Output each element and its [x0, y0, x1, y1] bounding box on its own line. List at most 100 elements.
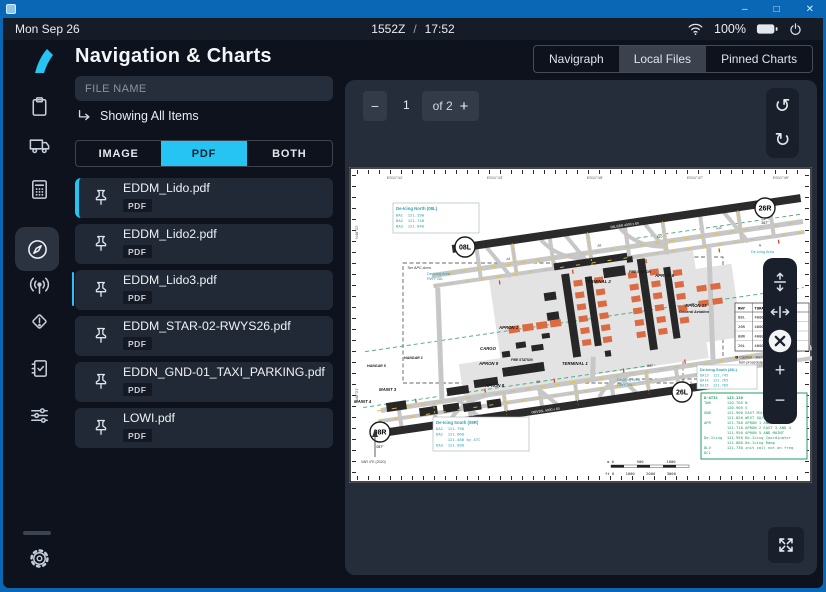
svg-text:ft 0 1000 2000 300: ft 0 1000 2000 3000	[605, 471, 677, 476]
pin-icon[interactable]	[91, 418, 111, 438]
file-name: EDDM_Lido3.pdf	[123, 274, 217, 288]
svg-text:08L: 08L	[459, 245, 472, 252]
deicing-26l-box: De-Icing South (26L) DA13 121.745 DA14 1…	[697, 365, 757, 389]
svg-text:FIRE STATION: FIRE STATION	[629, 270, 651, 274]
fit-width-icon	[768, 299, 792, 325]
file-list-item[interactable]: EDDN_GND-01_TAXI_PARKING.pdf PDF	[75, 362, 333, 402]
app-window: – □ ✕ Mon Sep 26 1552Z / 17:52 100%	[0, 0, 826, 592]
sidebar-item-calculator[interactable]	[25, 175, 53, 203]
svg-text:N48°22': N48°22'	[354, 225, 359, 239]
filter-status-row: Showing All Items	[76, 108, 199, 124]
file-name-search-input[interactable]	[75, 76, 333, 101]
svg-text:General Aviation: General Aviation	[679, 310, 710, 314]
file-list-item[interactable]: EDDM_STAR-02-RWYS26.pdf PDF	[75, 316, 333, 356]
svg-text:E011°41': E011°41'	[387, 175, 403, 180]
svg-text:26R: 26R	[759, 206, 772, 213]
window-close-button[interactable]: ✕	[806, 4, 814, 15]
file-name: EDDN_GND-01_TAXI_PARKING.pdf	[123, 366, 325, 380]
svg-text:APRON 5: APRON 5	[654, 273, 675, 278]
pin-icon[interactable]	[91, 372, 111, 392]
pin-icon[interactable]	[91, 280, 111, 300]
sidebar-item-radio[interactable]	[25, 271, 53, 299]
close-overlay-button[interactable]	[765, 327, 795, 355]
svg-text:RWY 08L: RWY 08L	[427, 277, 443, 281]
zoom-out-button[interactable]: −	[765, 386, 795, 414]
file-type-badge: PDF	[123, 199, 152, 212]
close-circle-icon	[765, 326, 795, 356]
warning-diamond-icon	[28, 310, 51, 333]
svg-text:De-Icing North (08L): De-Icing North (08L)	[396, 206, 438, 211]
svg-text:De-Icing South (08R): De-Icing South (08R)	[436, 420, 479, 425]
zoom-in-button[interactable]: +	[765, 357, 795, 385]
svg-text:APRON 8: APRON 8	[484, 383, 505, 388]
svg-text:VAR 4°E (2020): VAR 4°E (2020)	[361, 460, 386, 464]
file-type-badge: PDF	[123, 291, 152, 304]
rotate-cw-button[interactable]: ↻	[768, 124, 798, 156]
pin-icon[interactable]	[91, 188, 111, 208]
file-type-badge: PDF	[123, 245, 152, 258]
sidebar-item-settings-sliders[interactable]	[25, 401, 53, 429]
file-name: EDDM_Lido2.pdf	[123, 228, 217, 242]
status-clock: 1552Z / 17:52	[371, 22, 454, 36]
svg-text:A12: A12	[716, 226, 722, 231]
sidebar-item-warnings[interactable]	[25, 307, 53, 335]
status-bar: Mon Sep 26 1552Z / 17:52 100%	[3, 18, 823, 40]
chart-page[interactable]: E011°41' E011°43' E011°45' E011°47' E011…	[349, 167, 812, 483]
rail-divider	[23, 531, 51, 535]
file-list-item[interactable]: EDDM_Lido2.pdf PDF	[75, 224, 333, 264]
svg-text:De-Icing South (26L): De-Icing South (26L)	[700, 368, 738, 372]
svg-text:DA3 121.890: DA3 121.890	[436, 443, 465, 448]
svg-text:TERMINAL 1: TERMINAL 1	[562, 361, 588, 366]
page-decrement-button[interactable]: −	[363, 91, 387, 121]
svg-text:B12: B12	[647, 363, 653, 368]
sidebar-item-fuel-truck[interactable]	[25, 130, 53, 158]
svg-text:A10: A10	[656, 234, 662, 239]
calculator-icon	[28, 178, 51, 201]
chart-zoom-toolbar: + −	[763, 258, 797, 424]
svg-text:DA15 121.785: DA15 121.785	[700, 384, 728, 388]
source-tabs: Navigraph Local Files Pinned Charts	[533, 45, 813, 73]
svg-text:De-Icing Area: De-Icing Area	[427, 272, 451, 276]
tab-navigraph[interactable]: Navigraph	[534, 46, 619, 72]
file-type-filter: IMAGE PDF BOTH	[75, 140, 333, 167]
rotate-ccw-icon: ↺	[775, 95, 791, 117]
file-list-item[interactable]: EDDM_Lido3.pdf PDF	[75, 270, 333, 310]
power-button[interactable]	[788, 22, 803, 37]
window-app-icon	[6, 4, 16, 14]
filter-image-button[interactable]: IMAGE	[76, 141, 161, 166]
file-list-item[interactable]: EDDM_Lido.pdf PDF	[75, 178, 333, 218]
pin-icon[interactable]	[91, 234, 111, 254]
deicing-south-box: De-Icing South (08R) DA1 121.790 DA2 121…	[433, 417, 529, 451]
window-maximize-button[interactable]: □	[774, 4, 780, 15]
fit-height-button[interactable]	[765, 268, 795, 296]
sidebar-item-clipboard[interactable]	[25, 92, 53, 120]
sidebar-item-navigation-charts[interactable]	[15, 227, 59, 271]
filter-pdf-button[interactable]: PDF	[161, 141, 246, 166]
rotate-controls: ↺ ↻	[766, 88, 799, 158]
svg-text:APRON 9: APRON 9	[478, 361, 499, 366]
page-increment-button[interactable]: +	[460, 98, 469, 115]
svg-text:DA1 121.790: DA1 121.790	[436, 426, 465, 431]
sidebar-item-checklist[interactable]	[25, 354, 53, 382]
filter-both-button[interactable]: BOTH	[247, 141, 332, 166]
compass-icon	[26, 238, 49, 261]
sliders-icon	[28, 404, 51, 427]
svg-text:TERMINAL 2: TERMINAL 2	[585, 279, 611, 284]
fit-width-button[interactable]	[765, 298, 795, 326]
rotate-ccw-button[interactable]: ↺	[768, 90, 798, 122]
sidebar-item-settings[interactable]	[25, 544, 53, 572]
file-list-item[interactable]: LOWI.pdf PDF	[75, 408, 333, 448]
tab-pinned-charts[interactable]: Pinned Charts	[706, 46, 812, 72]
time-separator: /	[413, 22, 416, 36]
pin-icon[interactable]	[91, 326, 111, 346]
page-total-label: of 2	[433, 99, 453, 113]
list-scroll-indicator[interactable]	[72, 272, 74, 306]
fullscreen-button[interactable]	[768, 527, 804, 563]
file-type-badge: PDF	[123, 383, 152, 396]
checklist-icon	[28, 357, 51, 380]
svg-text:267°: 267°	[761, 221, 769, 225]
file-name: LOWI.pdf	[123, 412, 175, 426]
window-minimize-button[interactable]: –	[742, 4, 748, 15]
tab-local-files[interactable]: Local Files	[619, 46, 706, 72]
window-controls: – □ ✕	[742, 0, 814, 18]
